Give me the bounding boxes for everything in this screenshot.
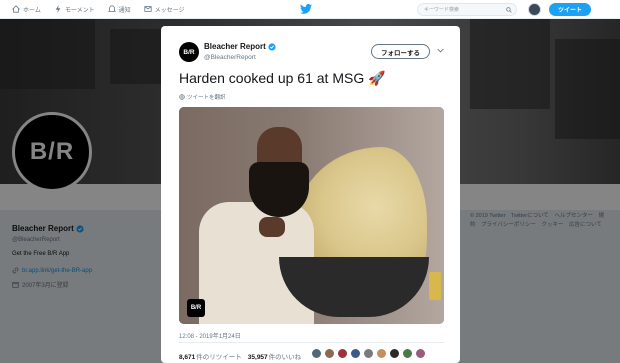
verified-icon bbox=[268, 42, 276, 51]
avatar[interactable] bbox=[376, 348, 387, 359]
tweet-author-name[interactable]: Bleacher Report bbox=[204, 42, 276, 51]
divider bbox=[179, 342, 444, 343]
search-input[interactable]: キーワード検索 bbox=[417, 3, 517, 16]
avatar[interactable] bbox=[324, 348, 335, 359]
nav-home-label: ホーム bbox=[23, 7, 41, 14]
translate-tweet-link[interactable]: ツイートを翻訳 bbox=[179, 93, 226, 101]
tweet-author-handle[interactable]: @BleacherReport bbox=[204, 54, 256, 61]
follow-button[interactable]: フォローする bbox=[371, 44, 430, 59]
nav-moments-label: モーメント bbox=[64, 7, 95, 14]
tweet-media-image[interactable]: B/R bbox=[179, 107, 444, 324]
tweet-button[interactable]: ツイート bbox=[549, 3, 591, 16]
avatar[interactable] bbox=[337, 348, 348, 359]
avatar[interactable] bbox=[311, 348, 322, 359]
nav-messages-label: メッセージ bbox=[154, 7, 185, 14]
search-placeholder: キーワード検索 bbox=[424, 7, 460, 13]
twitter-bird-icon[interactable] bbox=[300, 4, 312, 14]
globe-icon bbox=[179, 94, 185, 100]
retweet-count[interactable]: 8,671件のリツイート bbox=[179, 351, 242, 361]
avatar[interactable] bbox=[350, 348, 361, 359]
user-avatar[interactable] bbox=[528, 3, 541, 16]
avatar[interactable] bbox=[415, 348, 426, 359]
like-count[interactable]: 35,957件のいいね bbox=[248, 351, 301, 361]
nav-moments[interactable]: モーメント bbox=[54, 5, 95, 14]
chevron-down-icon[interactable] bbox=[437, 48, 444, 53]
close-icon[interactable]: ✕ bbox=[600, 4, 612, 18]
nav-notifications-label: 通知 bbox=[118, 7, 131, 14]
nav-notifications[interactable]: 通知 bbox=[107, 5, 131, 14]
nav-home[interactable]: ホーム bbox=[12, 5, 41, 14]
media-watermark-logo: B/R bbox=[187, 299, 205, 317]
tweet-stats: 8,671件のリツイート 35,957件のいいね bbox=[179, 351, 301, 361]
envelope-icon bbox=[144, 6, 152, 12]
tweet-author-name-text: Bleacher Report bbox=[204, 42, 266, 51]
avatar[interactable] bbox=[363, 348, 374, 359]
tweet-modal: B/R Bleacher Report @BleacherReport フォロー… bbox=[161, 26, 460, 363]
home-icon bbox=[12, 5, 20, 13]
bell-icon bbox=[107, 5, 116, 12]
search-icon bbox=[506, 7, 512, 13]
translate-label: ツイートを翻訳 bbox=[187, 95, 226, 101]
likers-avatars bbox=[311, 348, 428, 359]
tweet-author-avatar[interactable]: B/R bbox=[179, 42, 199, 62]
tweet-timestamp[interactable]: 12:08 - 2019年1月24日 bbox=[179, 331, 241, 340]
nav-messages[interactable]: メッセージ bbox=[144, 5, 185, 14]
avatar[interactable] bbox=[389, 348, 400, 359]
lightning-icon bbox=[55, 5, 61, 13]
tweet-text: Harden cooked up 61 at MSG 🚀 bbox=[179, 70, 386, 86]
avatar[interactable] bbox=[402, 348, 413, 359]
top-nav: ホーム モーメント 通知 メッセージ キーワード検索 ツイート bbox=[0, 0, 620, 19]
